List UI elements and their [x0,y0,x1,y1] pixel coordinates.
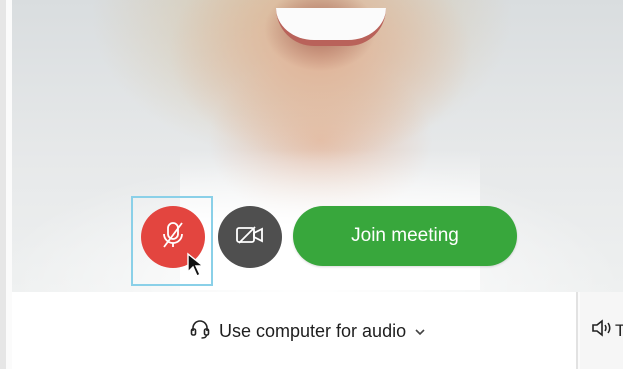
video-off-icon [234,223,266,252]
bar-divider [576,292,578,369]
audio-connection-dropdown[interactable]: Use computer for audio [189,314,426,348]
speaker-test-button[interactable]: T [590,318,623,343]
join-meeting-button[interactable]: Join meeting [293,206,517,266]
headset-icon [189,318,211,345]
start-video-button[interactable] [218,206,282,268]
speaker-label: T [615,320,623,340]
join-meeting-label: Join meeting [351,225,459,246]
mouse-pointer-icon [186,252,206,283]
mic-muted-icon [160,220,186,255]
speaker-icon [590,318,612,343]
participant-smile [276,8,386,46]
chevron-down-icon [414,321,426,342]
meeting-preview-window: Join meeting Use computer for audio T [0,0,623,369]
audio-option-label: Use computer for audio [219,320,407,341]
